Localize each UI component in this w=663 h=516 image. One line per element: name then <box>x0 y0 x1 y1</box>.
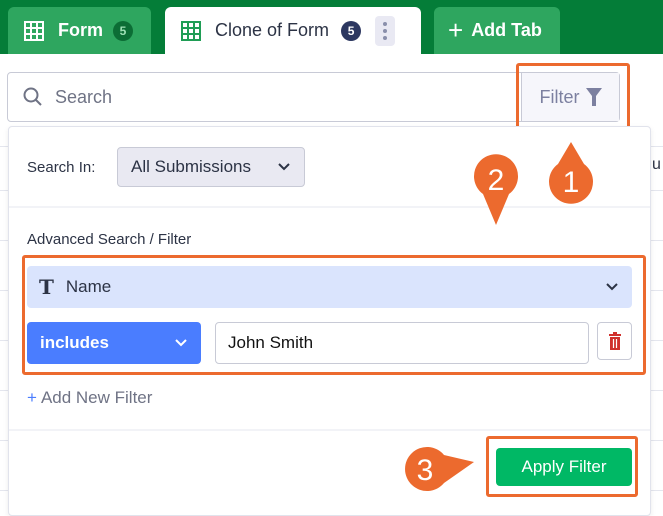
search-placeholder: Search <box>55 86 113 107</box>
more-options-icon[interactable] <box>375 15 396 46</box>
add-new-filter-link[interactable]: + Add New Filter <box>27 388 152 408</box>
tab-form[interactable]: Form 5 <box>8 7 151 54</box>
tab-clone-of-form[interactable]: Clone of Form 5 <box>165 7 421 54</box>
link-label: Add New Filter <box>40 388 153 407</box>
count-badge: 5 <box>113 20 133 41</box>
step-number: 3 <box>417 454 434 487</box>
tab-label: Add Tab <box>471 20 542 40</box>
plus-icon: + <box>448 15 464 45</box>
search-in-select[interactable]: All Submissions <box>117 147 305 187</box>
step-marker-3: 3 <box>405 447 474 491</box>
count-badge: 5 <box>341 20 362 41</box>
chevron-down-icon <box>278 163 290 171</box>
table-icon <box>181 20 201 41</box>
step-number: 2 <box>488 164 505 197</box>
step-marker-2: 2 <box>474 154 518 225</box>
tab-label: Form <box>58 20 103 40</box>
highlight-box-1 <box>516 63 630 129</box>
tab-label: Clone of Form <box>215 20 330 40</box>
search-in-label: Search In: <box>27 159 96 176</box>
step-marker-1: 1 <box>549 142 593 204</box>
column-header-text: u <box>652 156 661 173</box>
highlight-box-3 <box>486 436 638 497</box>
add-tab-button[interactable]: + Add Tab <box>434 7 560 54</box>
search-icon <box>23 87 42 106</box>
select-value: All Submissions <box>131 157 251 176</box>
table-icon <box>24 20 44 41</box>
advanced-search-label: Advanced Search / Filter <box>27 231 192 248</box>
step-number: 1 <box>563 166 580 199</box>
divider <box>9 429 650 431</box>
plus-icon: + <box>27 388 37 407</box>
highlight-box-2 <box>22 255 646 375</box>
